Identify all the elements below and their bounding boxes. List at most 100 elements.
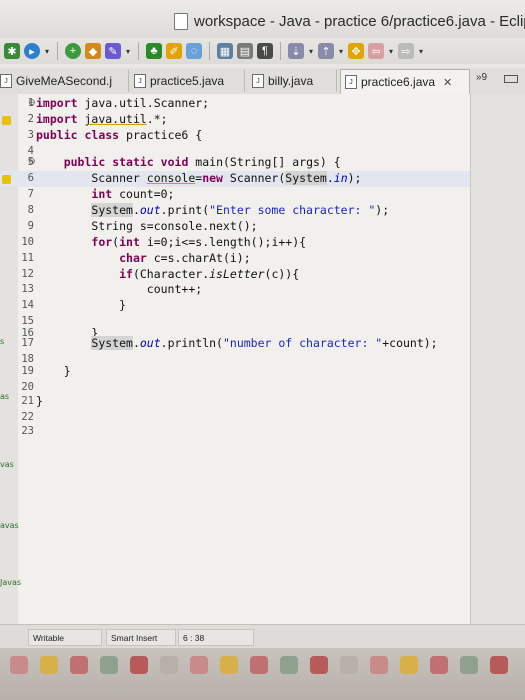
status-cursor-position: 6 : 38 (178, 629, 254, 646)
app-icon[interactable] (370, 656, 388, 674)
code-line[interactable]: 17 System.out.println("number of charact… (0, 336, 470, 352)
document-icon (174, 12, 188, 30)
tabs-overflow-indicator[interactable]: »9 (476, 72, 487, 83)
tab-label: practice6.java (361, 75, 436, 89)
app-icon[interactable] (280, 656, 298, 674)
warning-icon[interactable] (2, 175, 11, 184)
window-title: workspace - Java - practice 6/practice6.… (174, 11, 525, 31)
code-line[interactable]: 12 if(Character.isLetter(c)){ (0, 267, 470, 283)
code-line[interactable]: 1 import java.util.Scanner; (0, 96, 470, 112)
code-text: int count=0; (91, 187, 175, 201)
app-icon[interactable] (190, 656, 208, 674)
line-number: 13 (21, 283, 34, 295)
chevron-down-icon[interactable]: ▾ (388, 43, 394, 59)
debug-icon[interactable]: ✱ (4, 43, 20, 59)
side-label: s (0, 337, 5, 346)
build-icon[interactable]: ♣ (146, 43, 162, 59)
window-title-text: workspace - Java - practice 6/practice6.… (194, 12, 525, 30)
app-icon[interactable] (130, 656, 148, 674)
toolbar-divider (57, 42, 58, 60)
toolbar-divider (280, 42, 281, 60)
right-side-panel (470, 94, 525, 624)
editor-tabs: J GiveMeASecond.j J practice5.java J bil… (0, 68, 525, 95)
open-icon[interactable]: ◆ (85, 43, 101, 59)
tab-givemeasecond[interactable]: J GiveMeASecond.j (0, 70, 129, 92)
app-icon[interactable] (40, 656, 58, 674)
chevron-down-icon[interactable]: ▾ (338, 43, 344, 59)
code-line[interactable]: 5 public static void main(String[] args)… (0, 155, 470, 171)
run-icon[interactable]: ▸ (24, 43, 40, 59)
new-icon[interactable]: + (65, 43, 81, 59)
app-icon[interactable] (340, 656, 358, 674)
line-number: 10 (21, 236, 34, 248)
task-icon[interactable]: ✎ (105, 43, 121, 59)
prev-annotation-icon[interactable]: ⇡ (318, 43, 334, 59)
code-line[interactable]: 21 } (0, 394, 470, 410)
warning-icon[interactable] (2, 116, 11, 125)
app-icon[interactable] (310, 656, 328, 674)
forward-icon[interactable]: ⇨ (398, 43, 414, 59)
code-line-current[interactable]: 6 Scanner console=new Scanner(System.in)… (0, 171, 470, 187)
code-line[interactable]: 14 } (0, 298, 470, 314)
code-line[interactable]: 2 import java.util.*; (0, 112, 470, 128)
last-edit-icon[interactable]: ✥ (348, 43, 364, 59)
app-icon[interactable] (400, 656, 418, 674)
line-number: 23 (21, 425, 34, 437)
fold-marker-icon[interactable]: ⊖ (28, 156, 36, 167)
next-annotation-icon[interactable]: ⇣ (288, 43, 304, 59)
title-bar: workspace - Java - practice 6/practice6.… (0, 0, 525, 38)
tab-practice5[interactable]: J practice5.java (134, 70, 245, 92)
block-icon[interactable]: ▤ (237, 43, 253, 59)
code-line[interactable]: 7 int count=0; (0, 187, 470, 203)
app-icon[interactable] (430, 656, 448, 674)
status-writable: Writable (28, 629, 102, 646)
close-icon[interactable]: ✕ (443, 76, 452, 89)
toolbar-divider (209, 42, 210, 60)
line-number: 14 (21, 299, 34, 311)
chevron-down-icon[interactable]: ▾ (308, 43, 314, 59)
line-number: 7 (27, 188, 34, 200)
java-file-icon: J (252, 74, 264, 88)
chevron-down-icon[interactable]: ▾ (125, 43, 131, 59)
line-number: 8 (27, 204, 34, 216)
tab-billy[interactable]: J billy.java (252, 70, 337, 92)
code-text: String s=console.next(); (36, 219, 258, 233)
code-text: Scanner console=new Scanner(System.in); (36, 171, 362, 185)
status-bar: Writable Smart Insert 6 : 38 (0, 624, 525, 649)
app-icon[interactable] (490, 656, 508, 674)
code-text: System.out.println("number of character:… (91, 336, 438, 350)
app-icon[interactable] (100, 656, 118, 674)
app-icon[interactable] (70, 656, 88, 674)
code-text: } (36, 298, 127, 312)
line-number: 19 (21, 365, 34, 377)
app-icon[interactable] (220, 656, 238, 674)
line-number: 17 (21, 337, 34, 349)
chevron-down-icon[interactable]: ▾ (44, 43, 50, 59)
status-writable-text: Writable (33, 632, 65, 643)
pin-icon[interactable]: ✐ (166, 43, 182, 59)
app-icon[interactable] (160, 656, 178, 674)
code-line[interactable]: 9 String s=console.next(); (0, 219, 470, 235)
skip-icon[interactable]: ◌ (186, 43, 202, 59)
bookmark-icon[interactable]: ▦ (217, 43, 233, 59)
line-number: 3 (27, 129, 34, 141)
code-line[interactable]: 3 public class practice6 { (0, 128, 470, 144)
line-number: 12 (21, 268, 34, 280)
code-line[interactable]: 8 System.out.print("Enter some character… (0, 203, 470, 219)
java-file-icon: J (345, 75, 357, 89)
tab-practice6[interactable]: J practice6.java ✕ (340, 69, 470, 94)
code-line[interactable]: 10 for(int i=0;i<=s.length();i++){ (0, 235, 470, 251)
app-icon[interactable] (10, 656, 28, 674)
pilcrow-icon[interactable]: ¶ (257, 43, 273, 59)
app-icon[interactable] (460, 656, 478, 674)
code-line[interactable]: 11 char c=s.charAt(i); (0, 251, 470, 267)
eclipse-window: workspace - Java - practice 6/practice6.… (0, 0, 525, 700)
chevron-down-icon[interactable]: ▾ (418, 43, 424, 59)
code-line[interactable]: 13 count++; (0, 282, 470, 298)
back-icon[interactable]: ⇦ (368, 43, 384, 59)
fold-marker-icon[interactable]: ⊖ (28, 97, 36, 108)
code-line[interactable]: 23 (0, 424, 470, 440)
code-line[interactable]: 19 } (0, 364, 470, 380)
app-icon[interactable] (250, 656, 268, 674)
minimize-icon[interactable] (504, 75, 518, 83)
